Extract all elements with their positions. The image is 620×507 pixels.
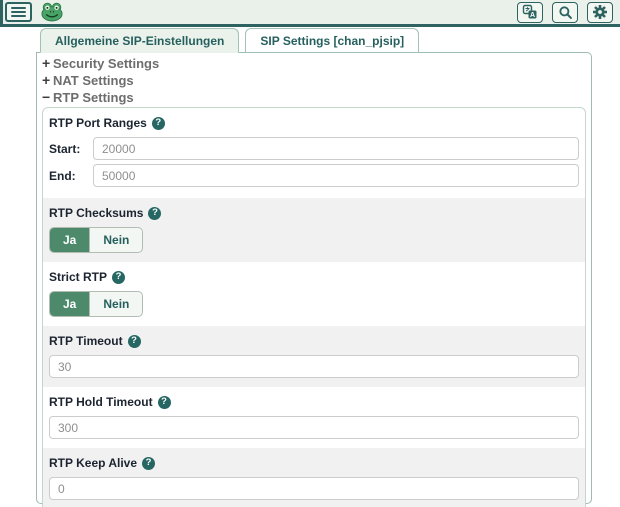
search-button[interactable]	[552, 2, 578, 23]
field-rtp-keep-alive: RTP Keep Alive ?	[43, 448, 585, 507]
settings-button[interactable]	[587, 2, 613, 23]
hamburger-icon	[11, 7, 26, 9]
help-icon[interactable]: ?	[112, 271, 125, 284]
help-icon[interactable]: ?	[152, 117, 165, 130]
freepbx-sip-settings-page: A Allgemeine	[0, 0, 620, 507]
field-label: RTP Port Ranges	[49, 116, 147, 130]
strict-rtp-no-button[interactable]: Nein	[90, 292, 142, 316]
field-label: Strict RTP	[49, 270, 107, 284]
minus-icon: −	[42, 89, 53, 106]
rtp-keep-alive-input[interactable]	[49, 477, 579, 500]
tab-label: Allgemeine SIP-Einstellungen	[55, 34, 224, 48]
frog-icon	[41, 2, 63, 22]
start-label: Start:	[49, 142, 93, 156]
field-rtp-checksums: RTP Checksums ? Ja Nein	[43, 198, 585, 262]
top-navigation-bar: A	[0, 0, 620, 27]
strict-rtp-toggle: Ja Nein	[49, 291, 143, 317]
field-label: RTP Checksums	[49, 206, 143, 220]
rtp-port-start-input[interactable]	[93, 137, 579, 160]
field-rtp-hold-timeout: RTP Hold Timeout ?	[43, 387, 585, 448]
help-icon[interactable]: ?	[148, 207, 161, 220]
section-label: NAT Settings	[53, 72, 134, 89]
rtp-timeout-input[interactable]	[49, 355, 579, 378]
tab-bar: Allgemeine SIP-Einstellungen SIP Setting…	[36, 28, 592, 53]
svg-text:A: A	[530, 12, 535, 19]
plus-icon: +	[42, 55, 53, 72]
language-icon: A	[522, 4, 538, 20]
rtp-checksums-no-button[interactable]: Nein	[90, 228, 142, 252]
help-icon[interactable]: ?	[128, 335, 141, 348]
plus-icon: +	[42, 72, 53, 89]
rtp-hold-timeout-input[interactable]	[49, 416, 579, 439]
rtp-settings-content: RTP Port Ranges ? Start: End: RT	[42, 107, 586, 507]
sip-settings-panel: + Security Settings + NAT Settings − RTP…	[36, 52, 592, 504]
strict-rtp-yes-button[interactable]: Ja	[50, 292, 90, 316]
main-content: Allgemeine SIP-Einstellungen SIP Setting…	[36, 27, 592, 504]
search-icon	[558, 5, 573, 20]
section-security-settings[interactable]: + Security Settings	[40, 55, 587, 72]
rtp-checksums-toggle: Ja Nein	[49, 227, 143, 253]
section-label: RTP Settings	[53, 89, 134, 106]
section-label: Security Settings	[53, 55, 159, 72]
rtp-port-end-input[interactable]	[93, 164, 579, 187]
tab-sip-settings-chan-pjsip[interactable]: SIP Settings [chan_pjsip]	[245, 28, 419, 53]
field-label: RTP Keep Alive	[49, 456, 137, 470]
language-switcher-button[interactable]: A	[517, 2, 543, 23]
rtp-checksums-yes-button[interactable]: Ja	[50, 228, 90, 252]
section-nat-settings[interactable]: + NAT Settings	[40, 72, 587, 89]
field-rtp-port-ranges: RTP Port Ranges ? Start: End:	[43, 108, 585, 198]
section-rtp-settings[interactable]: − RTP Settings	[40, 89, 587, 106]
gear-icon	[592, 4, 608, 20]
field-rtp-timeout: RTP Timeout ?	[43, 326, 585, 387]
tab-label: SIP Settings [chan_pjsip]	[260, 34, 404, 48]
field-label: RTP Timeout	[49, 334, 123, 348]
end-label: End:	[49, 169, 93, 183]
menu-hamburger-button[interactable]	[5, 2, 32, 22]
freepbx-frog-logo[interactable]	[41, 2, 63, 22]
field-strict-rtp: Strict RTP ? Ja Nein	[43, 262, 585, 326]
field-label: RTP Hold Timeout	[49, 395, 153, 409]
tab-allgemeine-sip-einstellungen[interactable]: Allgemeine SIP-Einstellungen	[40, 28, 239, 53]
help-icon[interactable]: ?	[142, 457, 155, 470]
help-icon[interactable]: ?	[158, 396, 171, 409]
